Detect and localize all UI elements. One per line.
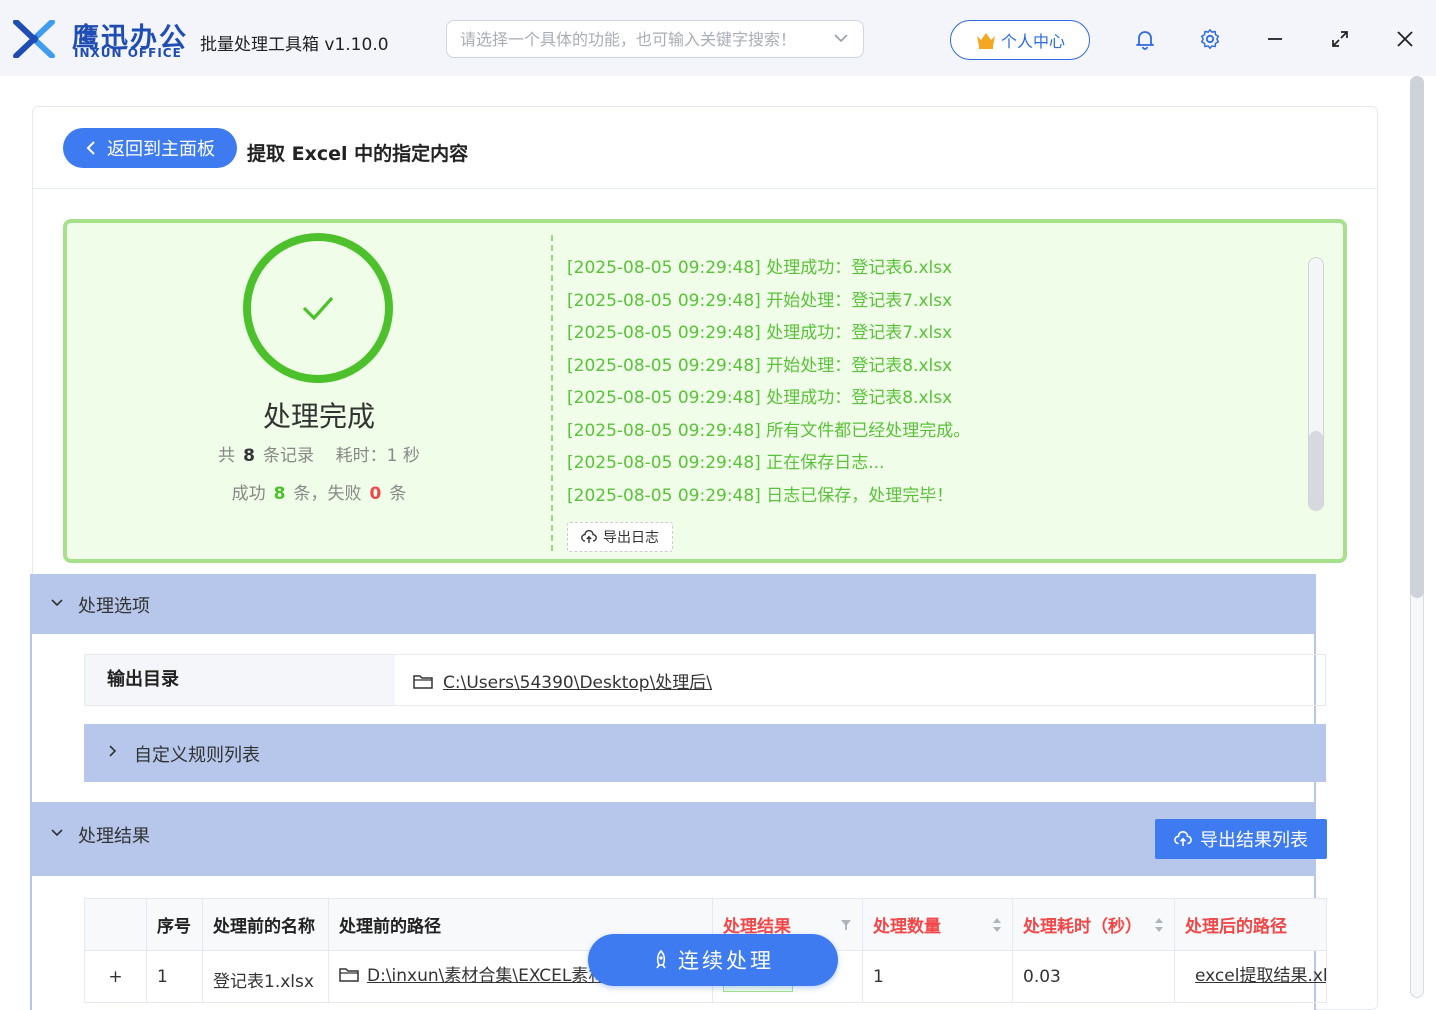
log-list: [2025-08-05 09:29:48] 处理成功：登记表6.xlsx [20… [567, 253, 1287, 513]
log-line: [2025-08-05 09:29:48] 开始处理：登记表8.xlsx [567, 355, 953, 376]
custom-rules-label: 自定义规则列表 [134, 745, 260, 766]
minimize-icon[interactable] [1262, 26, 1288, 52]
log-line: [2025-08-05 09:29:48] 处理成功：登记表7.xlsx [567, 323, 953, 343]
export-log-label: 导出日志 [603, 530, 659, 546]
bell-icon[interactable] [1132, 26, 1158, 52]
fail-count: 0 [369, 484, 382, 504]
user-center-button[interactable]: 个人中心 [950, 20, 1090, 60]
chevron-left-icon [86, 141, 95, 155]
log-scrollbar-thumb[interactable] [1309, 431, 1323, 511]
back-button-label: 返回到主面板 [107, 139, 215, 160]
success-count: 8 [273, 484, 286, 504]
user-center-label: 个人中心 [1000, 32, 1065, 51]
sort-icon[interactable] [1154, 917, 1164, 933]
column-header-time-label: 处理耗时（秒） [1023, 917, 1142, 937]
results-section-header[interactable]: 处理结果 [30, 802, 1316, 876]
column-header-index: 序号 [146, 898, 203, 951]
cloud-upload-icon [1174, 831, 1192, 846]
feature-search[interactable] [446, 20, 864, 58]
output-directory-row: 输出目录 C:\Users\54390\Desktop\处理后\ [84, 654, 1326, 706]
chevron-right-icon [109, 745, 117, 757]
custom-rules-header[interactable]: 自定义规则列表 [84, 724, 1326, 782]
rocket-icon [656, 950, 666, 969]
continue-processing-label: 连续处理 [678, 949, 774, 973]
fail-suffix: 条 [389, 484, 407, 504]
records-label: 条记录 [262, 446, 314, 466]
title-bar: 鹰迅办公 INXUN OFFICE 批量处理工具箱 v1.10.0 个人中心 [0, 0, 1436, 76]
column-header-count[interactable]: 处理数量 [862, 898, 1013, 951]
column-header-count-label: 处理数量 [873, 917, 941, 937]
total-stats: 共 8 条记录 耗时：1 秒 [167, 441, 471, 466]
expand-icon[interactable] [1327, 26, 1353, 52]
back-to-dashboard-button[interactable]: 返回到主面板 [63, 128, 237, 168]
log-line: [2025-08-05 09:29:48] 日志已保存，处理完毕！ [567, 485, 954, 506]
sort-icon[interactable] [992, 917, 1002, 933]
completion-panel: 处理完成 共 8 条记录 耗时：1 秒 成功 8 条，失败 0 条 [2025-08-05 … [63, 219, 1347, 563]
row-index: 1 [146, 950, 203, 1003]
success-circle [243, 233, 393, 383]
page-title: 提取 Excel 中的指定内容 [247, 143, 469, 165]
log-line: [2025-08-05 09:29:48] 处理成功：登记表8.xlsx [567, 388, 953, 408]
row-name: 登记表1.xlsx [202, 950, 329, 1003]
row-out-path-cell[interactable]: excel提取结果.xlsx [1174, 950, 1327, 1003]
success-prefix: 成功 [231, 484, 266, 504]
output-directory-link[interactable]: C:\Users\54390\Desktop\处理后\ [413, 668, 712, 693]
filter-icon[interactable] [840, 919, 852, 931]
export-results-button[interactable]: 导出结果列表 [1155, 819, 1327, 859]
panel-header: 返回到主面板 提取 Excel 中的指定内容 [33, 107, 1377, 189]
page-scrollbar-thumb[interactable] [1410, 76, 1424, 598]
chevron-down-icon [834, 34, 848, 43]
log-line: [2025-08-05 09:29:48] 所有文件都已经处理完成。 [567, 420, 971, 441]
check-icon [302, 296, 334, 321]
folder-icon [413, 674, 433, 689]
output-directory-label: 输出目录 [85, 655, 395, 705]
crown-icon [976, 33, 995, 49]
column-header-name: 处理前的名称 [202, 898, 329, 951]
export-log-button[interactable]: 导出日志 [567, 522, 673, 552]
app-logo: 鹰迅办公 INXUN OFFICE [12, 16, 192, 62]
completion-title: 处理完成 [262, 400, 375, 433]
search-input[interactable] [447, 21, 817, 57]
log-line: [2025-08-05 09:29:48] 开始处理：登记表7.xlsx [567, 290, 953, 311]
options-section-header[interactable]: 处理选项 [30, 574, 1316, 634]
logo-mark-icon [13, 20, 55, 58]
chevron-down-icon [51, 829, 63, 837]
continue-processing-button[interactable]: 连续处理 [588, 934, 838, 986]
column-header-expand [84, 898, 147, 951]
logo-text-en: INXUN OFFICE [74, 46, 182, 60]
total-prefix: 共 [218, 446, 236, 466]
cloud-upload-icon [581, 530, 597, 543]
row-count: 1 [862, 950, 1013, 1003]
row-out-path[interactable]: excel提取结果.xlsx [1185, 966, 1326, 986]
gear-icon[interactable] [1197, 26, 1223, 52]
folder-icon [339, 967, 359, 982]
row-expand-toggle[interactable]: + [84, 950, 147, 1003]
results-section-label: 处理结果 [78, 826, 150, 847]
output-directory-path: C:\Users\54390\Desktop\处理后\ [443, 673, 713, 693]
row-time: 0.03 [1012, 950, 1175, 1003]
column-header-out-path: 处理后的路径 [1174, 898, 1327, 951]
log-line: [2025-08-05 09:29:48] 正在保存日志... [567, 453, 885, 473]
divider [551, 235, 553, 551]
log-line: [2025-08-05 09:29:48] 处理成功：登记表6.xlsx [567, 258, 953, 278]
export-results-label: 导出结果列表 [1200, 830, 1308, 851]
total-count: 8 [243, 446, 255, 466]
column-header-time[interactable]: 处理耗时（秒） [1012, 898, 1175, 951]
content-area: 返回到主面板 提取 Excel 中的指定内容 处理完成 共 8 条记录 耗时：1 秒… [0, 76, 1436, 1010]
success-fail-stats: 成功 8 条，失败 0 条 [167, 479, 471, 504]
success-suffix: 条，失败 [293, 484, 362, 504]
app-title: 批量处理工具箱 v1.10.0 [200, 35, 389, 55]
chevron-down-icon [51, 599, 63, 607]
close-icon[interactable] [1392, 26, 1418, 52]
options-section-label: 处理选项 [78, 596, 150, 617]
elapsed-time: 耗时：1 秒 [335, 446, 420, 466]
